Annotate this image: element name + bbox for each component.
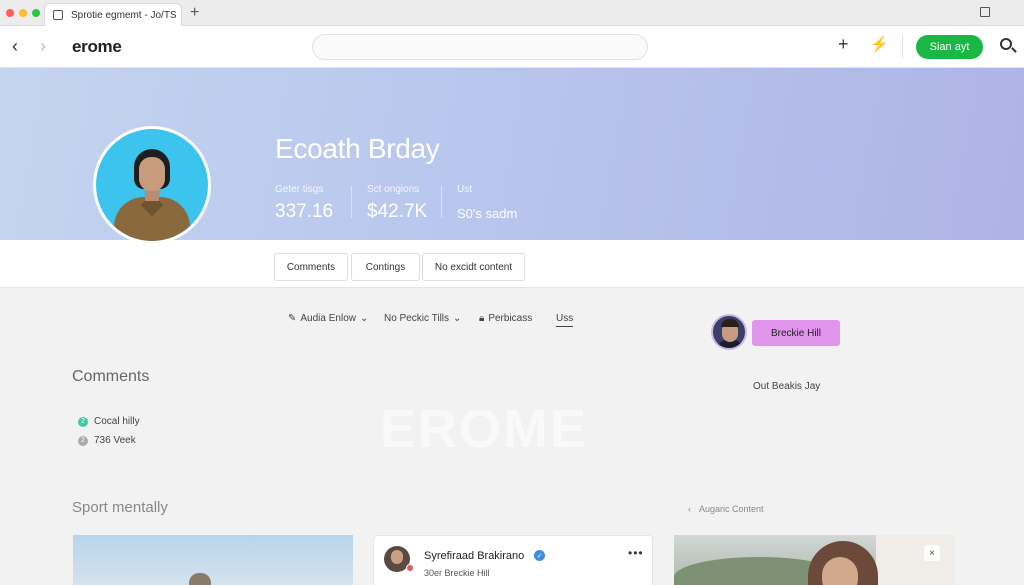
close-window-dot[interactable] (6, 9, 14, 17)
live-badge-icon (406, 564, 414, 572)
related-content-label: Augaric Content (699, 504, 764, 514)
more-options-icon[interactable]: ••• (628, 546, 644, 560)
comment-text: Cocal hilly (94, 416, 140, 427)
card-wall-shape (876, 535, 954, 585)
stat-divider (351, 186, 352, 218)
chevron-down-icon: ⌄ (453, 313, 462, 324)
upload-plus-icon[interactable]: + (838, 34, 849, 55)
browser-tab-bar: Sprotie egmemt - Jo/TS + (0, 0, 1024, 26)
window-restore-icon[interactable] (980, 7, 990, 17)
filter-label: Perbicass (488, 313, 533, 324)
related-content-link[interactable]: ‹ Augaric Content (688, 504, 764, 514)
stat-label: Geter tisgs (275, 184, 324, 195)
tab-no-explicit-content[interactable]: No excidt content (422, 253, 525, 281)
filter-no-peckic-tills[interactable]: No Peckic Tills ⌄ (384, 313, 461, 324)
stat-label: Ust (457, 184, 472, 195)
chevron-down-icon: ⌄ (359, 313, 369, 324)
suggested-user-caption: Out Beakis Jay (753, 381, 821, 392)
avatar-body-shape (114, 197, 190, 241)
stat-value: S0's sadm (457, 206, 518, 221)
filter-perbicass[interactable]: 🔒︎ Perbicass (479, 313, 532, 324)
bolt-icon[interactable]: ⚡ (870, 35, 889, 53)
maximize-window-dot[interactable] (32, 9, 40, 17)
site-navbar: ‹ › erome + ⚡ Sian ayt (0, 26, 1024, 68)
tab-comments[interactable]: Comments (274, 253, 348, 281)
post-card[interactable]: Syrefiraad Brakirano ✓ 30er Breckie Hill… (373, 535, 653, 585)
tab-favicon-icon (53, 10, 63, 20)
stat-followers: Geter tisgs 337.16 (275, 184, 333, 223)
profile-avatar[interactable] (93, 126, 211, 244)
verified-badge-icon: ✓ (534, 550, 545, 561)
card-person-shape (808, 541, 878, 585)
comment-item[interactable]: 2 Cocal hilly (78, 416, 140, 427)
search-icon[interactable] (1000, 38, 1012, 50)
stat-label: Sct ongions (367, 184, 420, 195)
stat-status: Ust S0's sadm (457, 184, 517, 221)
filter-label: Audia Enlow (300, 313, 356, 324)
post-author-name[interactable]: Syrefiraad Brakirano (424, 550, 524, 562)
avatar-face-shape (139, 157, 165, 191)
post-author-subtitle: 30er Breckie Hill (424, 568, 490, 578)
avatar-photo (96, 129, 208, 241)
close-icon[interactable]: × (924, 545, 940, 561)
minimize-window-dot[interactable] (19, 9, 27, 17)
stat-divider (441, 186, 442, 218)
erome-watermark: EROME (380, 399, 589, 459)
chevron-left-icon: ‹ (688, 504, 691, 514)
pencil-icon: ✎ (288, 313, 297, 324)
back-arrow-icon[interactable]: ‹ (12, 36, 18, 57)
comment-badge-icon: 2 (78, 416, 88, 427)
sign-in-button[interactable]: Sian ayt (916, 35, 983, 59)
comments-heading: Comments (72, 368, 150, 385)
browser-tab[interactable]: Sprotie egmemt - Jo/TS (44, 3, 182, 26)
profile-name: Ecoath Brday (275, 133, 440, 164)
suggested-user-avatar[interactable] (711, 314, 747, 350)
lock-icon: 🔒︎ (479, 313, 485, 324)
stat-earnings: Sct ongions $42.7K (367, 184, 427, 223)
forward-arrow-icon[interactable]: › (40, 36, 46, 57)
media-card-portrait[interactable]: × (674, 535, 954, 585)
media-card-sky[interactable] (73, 535, 353, 585)
search-input[interactable] (312, 34, 648, 60)
filter-uss[interactable]: Uss (556, 313, 574, 327)
comment-item[interactable]: 2 736 Veek (78, 435, 136, 446)
filter-audia-enlow[interactable]: ✎ Audia Enlow ⌄ (288, 313, 368, 324)
comment-badge-icon: 2 (78, 435, 88, 446)
stat-value: $42.7K (367, 201, 428, 222)
avatar-hair-shape (721, 319, 739, 327)
tab-contings[interactable]: Contings (351, 253, 420, 281)
comment-text: 736 Veek (94, 435, 136, 446)
tab-title: Sprotie egmemt - Jo/TS (71, 9, 177, 21)
filter-label: No Peckic Tills (384, 313, 450, 324)
nav-divider (902, 36, 903, 58)
window-controls (6, 9, 40, 17)
stat-value: 337.16 (275, 201, 334, 222)
section-heading: Sport mentally (72, 499, 168, 516)
card-figure-shape (189, 573, 211, 585)
site-logo[interactable]: erome (72, 37, 122, 57)
new-tab-button[interactable]: + (190, 4, 199, 22)
follow-user-button[interactable]: Breckie Hill (752, 320, 840, 346)
filter-label: Uss (556, 313, 574, 324)
